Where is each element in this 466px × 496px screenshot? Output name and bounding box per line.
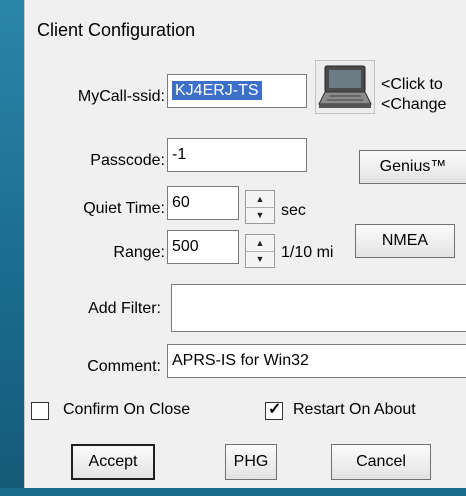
range-input[interactable]: 500 (167, 230, 239, 264)
desktop-background (0, 0, 24, 496)
add-filter-label: Add Filter: (88, 300, 161, 317)
checkmark-icon: ✓ (268, 401, 282, 418)
passcode-value: -1 (172, 146, 187, 163)
spin-up-icon[interactable]: ▲ (246, 235, 274, 252)
restart-on-about-label: Restart On About (293, 401, 416, 418)
range-unit: 1/10 mi (281, 244, 334, 261)
range-label: Range: (113, 244, 165, 261)
restart-on-about-checkbox[interactable]: ✓ (265, 401, 283, 420)
range-value: 500 (172, 238, 199, 255)
spin-down-icon[interactable]: ▼ (246, 251, 274, 267)
mycall-value: KJ4ERJ-TS (172, 81, 262, 100)
comment-value: APRS-IS for Win32 (172, 352, 309, 369)
laptop-hint-line2: <Change (381, 96, 447, 113)
quiet-time-label: Quiet Time: (83, 200, 165, 217)
confirm-on-close-label: Confirm On Close (63, 401, 191, 418)
accept-button[interactable]: Accept (71, 444, 155, 480)
genius-button[interactable]: Genius™ (359, 150, 466, 184)
quiet-time-value: 60 (172, 194, 190, 211)
confirm-on-close-checkbox[interactable] (31, 402, 49, 420)
spin-down-icon[interactable]: ▼ (246, 207, 274, 223)
laptop-icon[interactable] (314, 59, 376, 115)
quiet-time-input[interactable]: 60 (167, 186, 239, 220)
nmea-button[interactable]: NMEA (355, 224, 455, 258)
passcode-input[interactable]: -1 (167, 138, 307, 172)
laptop-hint-line1: <Click to (381, 76, 443, 93)
quiet-time-unit: sec (281, 202, 306, 219)
phg-button[interactable]: PHG (225, 444, 277, 480)
range-spinner[interactable]: ▲ ▼ (245, 234, 275, 268)
cancel-button[interactable]: Cancel (331, 444, 431, 480)
mycall-label: MyCall-ssid: (77, 88, 165, 105)
quiet-time-spinner[interactable]: ▲ ▼ (245, 190, 275, 224)
desktop-background-bottom (0, 488, 466, 496)
spin-up-icon[interactable]: ▲ (246, 191, 274, 208)
comment-input[interactable]: APRS-IS for Win32 (167, 344, 466, 378)
comment-label: Comment: (87, 358, 161, 375)
client-configuration-dialog: Client Configuration MyCall-ssid: KJ4ERJ… (24, 0, 466, 488)
add-filter-input[interactable] (171, 284, 466, 332)
dialog-title: Client Configuration (37, 20, 196, 40)
passcode-label: Passcode: (90, 152, 165, 169)
mycall-input[interactable]: KJ4ERJ-TS (167, 74, 307, 108)
